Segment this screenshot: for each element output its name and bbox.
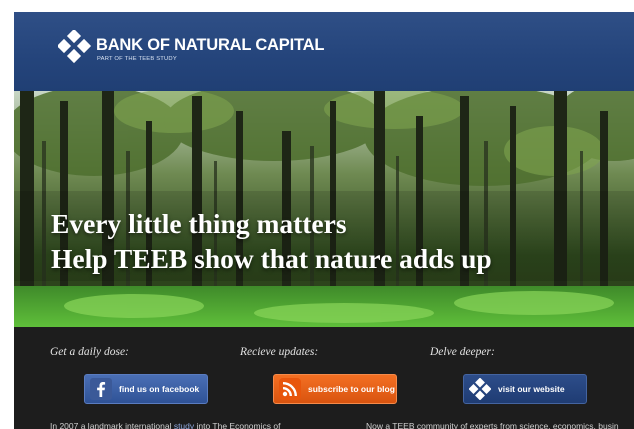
brand-tagline: PART OF THE TEEB STUDY (97, 56, 177, 62)
hero-line-2: Help TEEB show that nature adds up (51, 243, 492, 274)
cta-label-website: Delve deeper: (430, 346, 495, 358)
facebook-icon (90, 378, 112, 400)
page: BANK OF NATURAL CAPITAL PART OF THE TEEB… (14, 12, 634, 429)
study-link[interactable]: study (174, 421, 194, 429)
diamond-logo-icon (58, 30, 92, 64)
hero-line-1: Every little thing matters (51, 208, 347, 239)
subscribe-blog-button-label: subscribe to our blog (308, 384, 395, 394)
hero-headline: Every little thing matters Help TEEB sho… (51, 206, 492, 276)
hero-banner: Every little thing matters Help TEEB sho… (14, 91, 634, 327)
cta-band: Get a daily dose: Recieve updates: Delve… (14, 327, 634, 429)
facebook-button-label: find us on facebook (119, 384, 200, 394)
subscribe-blog-button[interactable]: subscribe to our blog (273, 374, 397, 404)
diamond-logo-icon (469, 378, 491, 400)
brand-title[interactable]: BANK OF NATURAL CAPITAL (96, 36, 324, 55)
intro-text-left-b: into The Economics of (194, 421, 281, 429)
visit-website-button[interactable]: visit our website (463, 374, 587, 404)
site-header: BANK OF NATURAL CAPITAL PART OF THE TEEB… (14, 12, 634, 91)
intro-text-left-a: In 2007 a landmark international (50, 421, 174, 429)
cta-label-blog: Recieve updates: (240, 346, 319, 358)
facebook-button[interactable]: find us on facebook (84, 374, 208, 404)
rss-icon (279, 378, 301, 400)
intro-text-right: Now a TEEB community of experts from sci… (366, 421, 619, 429)
cta-label-facebook: Get a daily dose: (50, 346, 129, 358)
visit-website-button-label: visit our website (498, 384, 565, 394)
intro-text-left: In 2007 a landmark international study i… (50, 421, 280, 429)
